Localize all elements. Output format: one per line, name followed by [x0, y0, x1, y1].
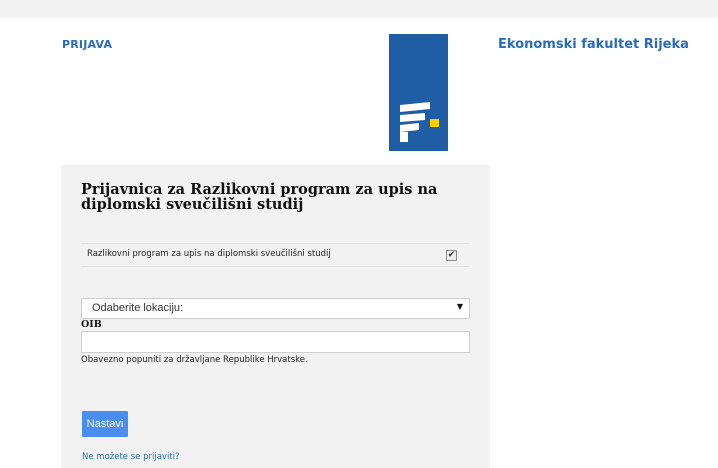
- oib-label: OIB: [81, 319, 102, 330]
- cant-login-link[interactable]: Ne možete se prijaviti?: [82, 452, 180, 462]
- program-label: Razlikovni program za upis na diplomski …: [87, 249, 331, 259]
- location-select[interactable]: Odaberite lokaciju: ▼: [81, 298, 470, 319]
- faculty-logo: [389, 34, 448, 151]
- faculty-name: Ekonomski fakultet Rijeka: [498, 37, 689, 52]
- program-row[interactable]: Razlikovni program za upis na diplomski …: [81, 243, 469, 267]
- chevron-down-icon: ▼: [456, 302, 463, 311]
- login-link[interactable]: PRIJAVA: [62, 38, 112, 51]
- oib-input[interactable]: [81, 331, 470, 353]
- faculty-logo-icon: [400, 102, 439, 142]
- location-select-value: Odaberite lokaciju:: [92, 302, 184, 314]
- form-title: Prijavnica za Razlikovni program za upis…: [81, 181, 438, 213]
- continue-button[interactable]: Nastavi: [82, 411, 128, 437]
- program-checkbox[interactable]: ✔: [446, 250, 457, 261]
- application-form-panel: Prijavnica za Razlikovni program za upis…: [61, 165, 490, 468]
- top-strip: [0, 0, 718, 18]
- oib-help-text: Obavezno popuniti za državljane Republik…: [81, 355, 308, 365]
